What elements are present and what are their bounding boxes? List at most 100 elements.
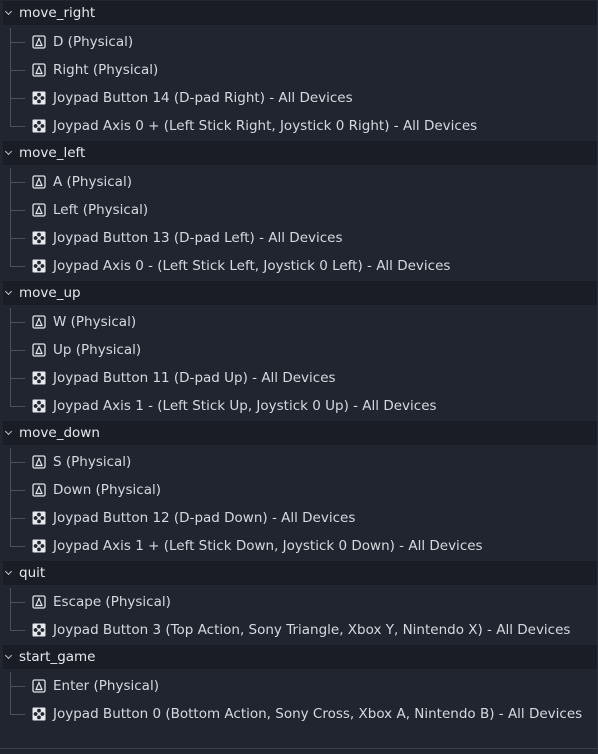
keyboard-icon	[32, 63, 46, 77]
event-row[interactable]: Left (Physical)	[0, 196, 598, 224]
tree-line	[11, 266, 25, 267]
event-row[interactable]: Up (Physical)	[0, 336, 598, 364]
event-label: Joypad Button 11 (D-pad Up) - All Device…	[53, 370, 336, 386]
divider	[0, 748, 598, 749]
keyboard-icon	[32, 483, 46, 497]
event-label: Joypad Axis 1 + (Left Stick Down, Joysti…	[53, 538, 483, 554]
event-row[interactable]: Down (Physical)	[0, 476, 598, 504]
event-row[interactable]: Joypad Axis 0 - (Left Stick Left, Joysti…	[0, 252, 598, 280]
event-label: Joypad Axis 1 - (Left Stick Up, Joystick…	[53, 398, 437, 414]
event-row[interactable]: Joypad Button 13 (D-pad Left) - All Devi…	[0, 224, 598, 252]
event-row[interactable]: Joypad Button 0 (Bottom Action, Sony Cro…	[0, 700, 598, 728]
event-label: D (Physical)	[53, 34, 134, 50]
tree-line	[11, 546, 25, 547]
action-row[interactable]: start_game	[3, 645, 598, 669]
tree-line	[11, 602, 25, 603]
keyboard-icon	[32, 35, 46, 49]
action-row[interactable]: move_up	[3, 281, 598, 305]
action-name: move_left	[19, 145, 86, 161]
event-label: Joypad Button 13 (D-pad Left) - All Devi…	[53, 230, 343, 246]
action-group: move_right D (Physical) Right (Physical) Jo…	[0, 1, 598, 140]
input-map-tree: move_right D (Physical) Right (Physical) Jo…	[0, 1, 598, 754]
action-group: move_down S (Physical) Down (Physical) Joyp…	[0, 421, 598, 560]
action-row[interactable]: quit	[3, 561, 598, 585]
event-label: Up (Physical)	[53, 342, 142, 358]
event-label: S (Physical)	[53, 454, 132, 470]
keyboard-icon	[32, 595, 46, 609]
tree-line	[11, 518, 25, 519]
event-label: Joypad Axis 0 - (Left Stick Left, Joysti…	[53, 258, 451, 274]
event-row[interactable]: A (Physical)	[0, 168, 598, 196]
event-row[interactable]: Right (Physical)	[0, 56, 598, 84]
event-label: A (Physical)	[53, 174, 132, 190]
event-row[interactable]: D (Physical)	[0, 28, 598, 56]
action-row[interactable]: move_right	[3, 1, 598, 25]
chevron-down-icon[interactable]	[3, 561, 15, 585]
event-row[interactable]: Joypad Button 14 (D-pad Right) - All Dev…	[0, 84, 598, 112]
tree-line	[11, 238, 25, 239]
tree-line	[11, 714, 25, 715]
tree-line	[11, 98, 25, 99]
chevron-down-icon[interactable]	[3, 421, 15, 445]
event-row[interactable]: Joypad Button 3 (Top Action, Sony Triang…	[0, 616, 598, 644]
action-name: move_down	[19, 425, 100, 441]
tree-line	[11, 182, 25, 183]
chevron-down-icon[interactable]	[3, 141, 15, 165]
action-group: move_left A (Physical) Left (Physical) Joyp…	[0, 141, 598, 280]
event-row[interactable]: Joypad Axis 0 + (Left Stick Right, Joyst…	[0, 112, 598, 140]
chevron-down-icon[interactable]	[3, 281, 15, 305]
keyboard-icon	[32, 175, 46, 189]
tree-line	[11, 490, 25, 491]
joypad-icon	[32, 511, 46, 525]
tree-line	[11, 686, 25, 687]
tree-line	[10, 532, 11, 547]
action-name: quit	[19, 565, 46, 581]
joypad-icon	[32, 623, 46, 637]
event-row[interactable]: Joypad Button 12 (D-pad Down) - All Devi…	[0, 504, 598, 532]
keyboard-icon	[32, 455, 46, 469]
action-name: start_game	[19, 649, 96, 665]
keyboard-icon	[32, 679, 46, 693]
event-row[interactable]: Joypad Axis 1 + (Left Stick Down, Joysti…	[0, 532, 598, 560]
event-label: Left (Physical)	[53, 202, 149, 218]
event-row[interactable]: Joypad Button 11 (D-pad Up) - All Device…	[0, 364, 598, 392]
joypad-icon	[32, 259, 46, 273]
joypad-icon	[32, 539, 46, 553]
joypad-icon	[32, 91, 46, 105]
joypad-icon	[32, 707, 46, 721]
tree-line	[11, 630, 25, 631]
tree-line	[10, 112, 11, 127]
event-label: Joypad Axis 0 + (Left Stick Right, Joyst…	[53, 118, 478, 134]
tree-line	[11, 350, 25, 351]
event-label: Right (Physical)	[53, 62, 159, 78]
tree-line	[11, 462, 25, 463]
event-row[interactable]: Enter (Physical)	[0, 672, 598, 700]
tree-line	[11, 126, 25, 127]
event-label: Down (Physical)	[53, 482, 161, 498]
event-row[interactable]: Escape (Physical)	[0, 588, 598, 616]
joypad-icon	[32, 231, 46, 245]
action-name: move_right	[19, 5, 96, 21]
event-row[interactable]: W (Physical)	[0, 308, 598, 336]
joypad-icon	[32, 371, 46, 385]
event-label: Joypad Button 3 (Top Action, Sony Triang…	[53, 622, 571, 638]
joypad-icon	[32, 399, 46, 413]
tree-line	[11, 322, 25, 323]
event-label: Enter (Physical)	[53, 678, 159, 694]
tree-line	[11, 42, 25, 43]
action-row[interactable]: move_left	[3, 141, 598, 165]
chevron-down-icon[interactable]	[3, 645, 15, 669]
chevron-down-icon[interactable]	[3, 1, 15, 25]
tree-line	[10, 392, 11, 407]
action-row[interactable]: move_down	[3, 421, 598, 445]
event-label: W (Physical)	[53, 314, 137, 330]
tree-line	[10, 616, 11, 631]
keyboard-icon	[32, 315, 46, 329]
tree-line	[11, 210, 25, 211]
event-row[interactable]: S (Physical)	[0, 448, 598, 476]
event-label: Joypad Button 0 (Bottom Action, Sony Cro…	[53, 706, 583, 722]
event-row[interactable]: Joypad Axis 1 - (Left Stick Up, Joystick…	[0, 392, 598, 420]
tree-line	[10, 700, 11, 715]
keyboard-icon	[32, 343, 46, 357]
action-name: move_up	[19, 285, 81, 301]
